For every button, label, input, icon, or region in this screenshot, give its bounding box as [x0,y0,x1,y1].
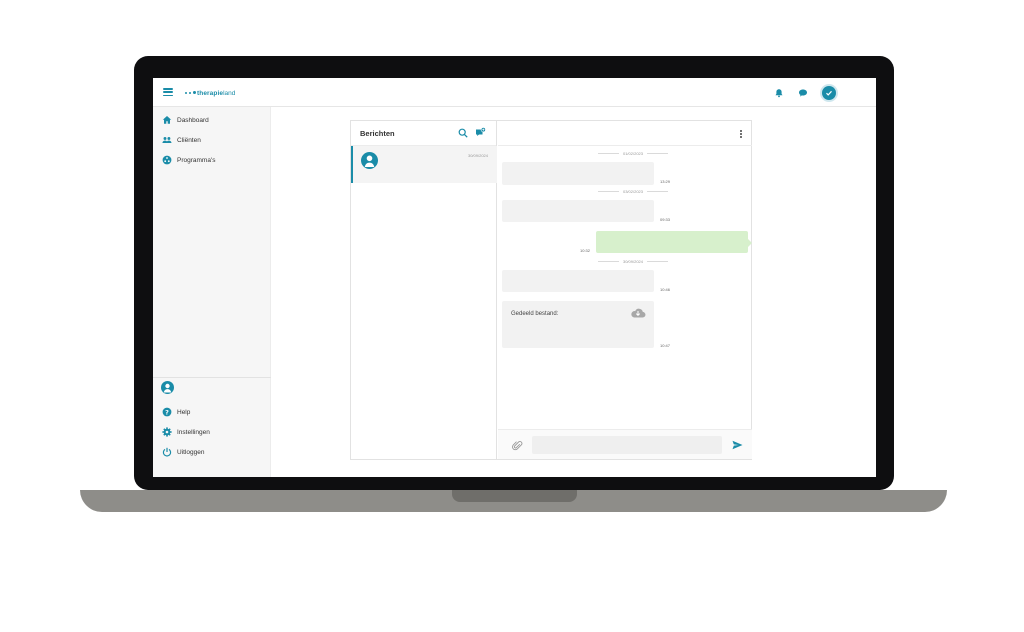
top-actions [774,86,836,100]
check-icon[interactable] [822,86,836,100]
logo-text-bold: therapie [197,89,224,97]
cloud-download-icon[interactable] [630,307,646,319]
sidebar-item-label: Dashboard [177,116,209,124]
sidebar-item-label: Cliënten [177,136,201,144]
message-bubble-file[interactable]: Gedeeld bestand: [502,301,654,348]
sidebar-item-label: Programma's [177,156,216,164]
conversation-date: 30/09/2024 [467,153,488,158]
help-icon: ? [162,407,172,417]
date-separator: 30/09/2024 [598,258,668,264]
message-time: 10:47 [660,343,671,348]
send-icon[interactable] [732,440,743,450]
sidebar-item-help[interactable]: ? Help [162,406,190,418]
sidebar: Dashboard Cliënten Programma's ? Help In… [153,107,271,477]
logo-mark-icon [185,90,197,96]
conversation-list-header: Berichten [351,121,496,146]
paperclip-icon[interactable] [512,440,523,451]
sidebar-item-clients[interactable]: Cliënten [162,134,201,146]
search-icon[interactable] [458,128,468,138]
page-title: Berichten [360,129,395,138]
laptop-mockup: therapie land Dashboard Cliënten Program… [0,0,1024,632]
chat-pane: 01/02/2023 13:29 03/02/2023 09:33 10:32 … [498,121,752,459]
date-separator-label: 03/02/2023 [622,188,644,194]
home-icon [162,115,172,125]
bell-icon[interactable] [774,88,784,98]
more-options-icon[interactable] [740,130,743,138]
sidebar-divider [153,377,271,378]
message-bubble-incoming[interactable] [502,200,654,222]
gear-icon [162,427,172,437]
menu-icon[interactable] [163,88,173,97]
message-time: 10:32 [580,248,591,253]
message-bubble-outgoing[interactable] [596,231,752,253]
sidebar-item-logout[interactable]: Uitloggen [162,446,204,458]
new-chat-icon[interactable] [475,127,486,138]
svg-text:?: ? [165,408,169,416]
message-composer [498,429,752,459]
message-time: 10:46 [660,287,671,292]
laptop-notch [452,490,577,502]
conversation-item[interactable]: 30/09/2024 [351,146,497,183]
app-screen: therapie land Dashboard Cliënten Program… [153,78,876,477]
date-separator: 03/02/2023 [598,188,668,194]
message-bubble-incoming[interactable] [502,162,654,185]
chat-icon[interactable] [798,88,808,98]
logo-text-regular: land [223,89,236,97]
messages-panel: Berichten 30/09/2024 01/02/2023 13:29 03… [350,120,752,460]
app-logo[interactable]: therapie land [185,87,235,99]
power-icon [162,447,172,457]
users-icon [162,135,172,145]
date-separator: 01/02/2023 [598,150,668,156]
programs-icon [162,155,172,165]
message-time: 09:33 [660,217,671,222]
date-separator-label: 01/02/2023 [622,150,644,156]
sidebar-item-settings[interactable]: Instellingen [162,426,210,438]
user-avatar-icon [361,152,378,169]
message-bubble-incoming[interactable] [502,270,654,292]
shared-file-label: Gedeeld bestand: [511,311,559,317]
sidebar-item-label: Uitloggen [177,448,205,456]
message-input[interactable] [532,436,722,454]
date-separator-label: 30/09/2024 [622,258,644,264]
sidebar-item-label: Instellingen [177,428,210,436]
conversation-list: Berichten 30/09/2024 [351,121,497,459]
sidebar-item-programs[interactable]: Programma's [162,154,215,166]
message-time: 13:29 [660,179,671,184]
top-bar: therapie land [153,78,876,107]
sidebar-item-label: Help [177,408,191,416]
sidebar-item-dashboard[interactable]: Dashboard [162,114,209,126]
user-avatar-icon[interactable] [161,381,174,394]
chat-header [498,121,752,146]
